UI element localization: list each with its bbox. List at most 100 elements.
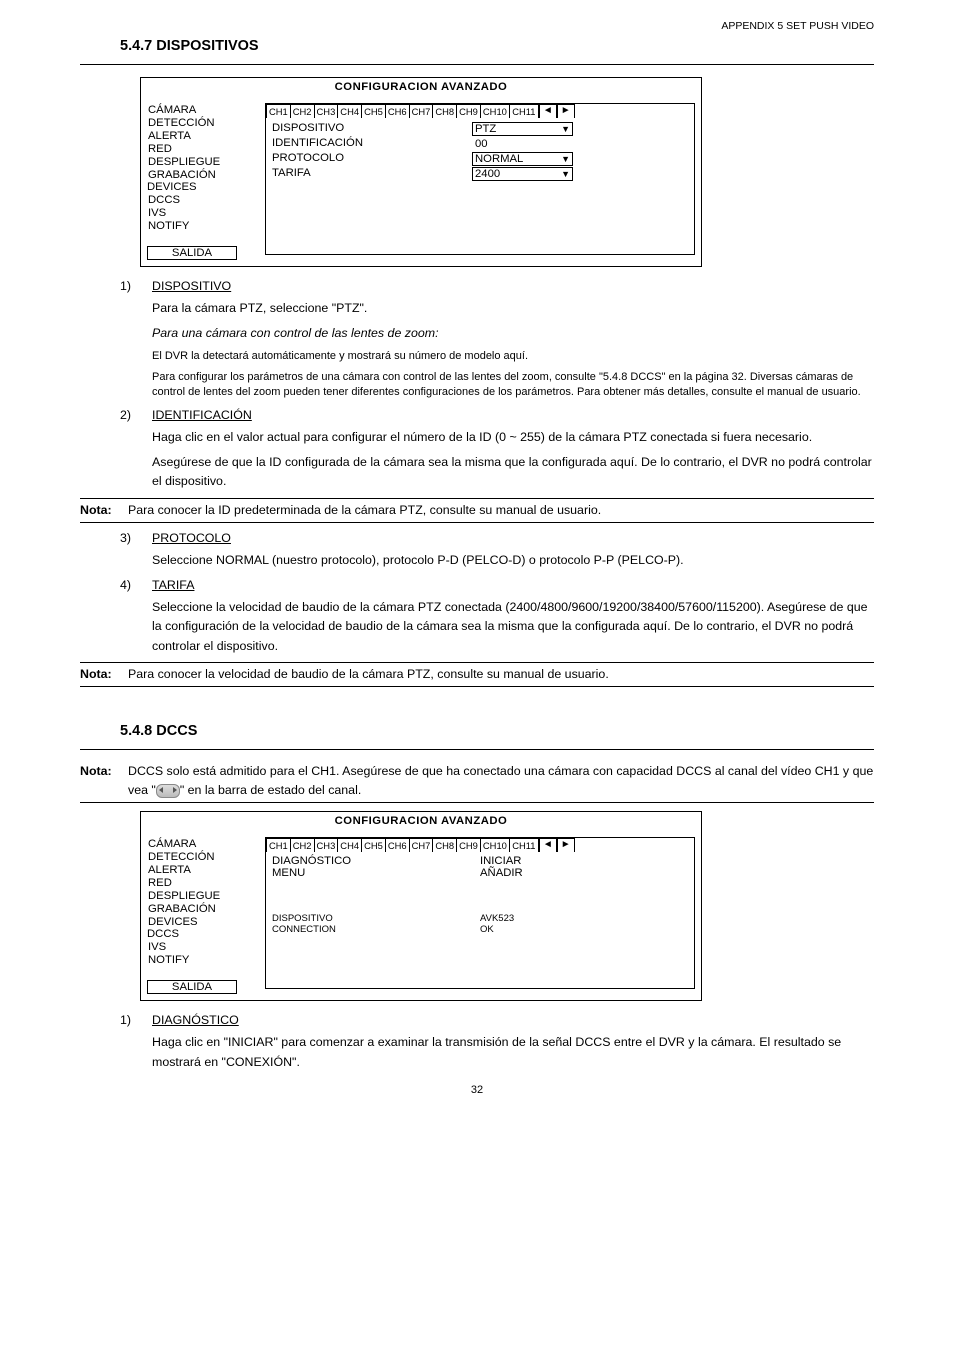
nota-label-2: Nota: — [80, 665, 128, 684]
tab-ch11[interactable]: CH11 — [509, 104, 539, 118]
tab2-ch1[interactable]: CH1 — [266, 838, 291, 852]
dropdown-arrow-icon: ▼ — [561, 154, 570, 164]
nota-text-3: DCCS solo está admitido para el CH1. Ase… — [128, 762, 874, 800]
dccs-anadir-value[interactable]: AÑADIR — [480, 867, 688, 879]
nota-label-1: Nota: — [80, 501, 128, 520]
section-rule — [80, 64, 874, 65]
nav2-grabacion[interactable]: GRABACIÓN — [147, 902, 265, 915]
para-1-1: Para la cámara PTZ, seleccione "PTZ". — [152, 299, 874, 318]
list-num-4: 4) — [120, 578, 152, 592]
para-3-1: Seleccione NORMAL (nuestro protocolo), p… — [152, 551, 874, 570]
tab-ch8[interactable]: CH8 — [432, 104, 457, 118]
nav-camara[interactable]: CÁMARA — [147, 103, 265, 116]
nav-deteccion[interactable]: DETECCIÓN — [147, 116, 265, 129]
appendix-header: APPENDIX 5 SET PUSH VIDEO — [80, 20, 874, 32]
salida-button[interactable]: SALIDA — [147, 246, 237, 260]
nav2-camara[interactable]: CÁMARA — [147, 837, 265, 850]
nota-text-1: Para conocer la ID predeterminada de la … — [128, 501, 874, 520]
nav2-deteccion[interactable]: DETECCIÓN — [147, 850, 265, 863]
nav2-notify[interactable]: NOTIFY — [147, 953, 265, 966]
nota-text-2: Para conocer la velocidad de baudio de l… — [128, 665, 874, 684]
config-box-dccs: CONFIGURACION AVANZADO CÁMARA DETECCIÓN … — [140, 811, 702, 1001]
dropdown-arrow-icon: ▼ — [561, 169, 570, 179]
tab-ch7[interactable]: CH7 — [409, 104, 434, 118]
nav-ivs[interactable]: IVS — [147, 206, 265, 219]
tab-ch9[interactable]: CH9 — [456, 104, 481, 118]
list2-label-diagnostico: DIAGNÓSTICO — [152, 1013, 239, 1027]
dccs-connection-label: CONNECTION — [272, 924, 480, 935]
nav-notify[interactable]: NOTIFY — [147, 219, 265, 232]
tab-ch6[interactable]: CH6 — [385, 104, 410, 118]
tab-ch10[interactable]: CH10 — [480, 104, 510, 118]
dccs-avk523-value: AVK523 — [480, 913, 688, 924]
para-2-2: Asegúrese de que la ID configurada de la… — [152, 453, 874, 491]
row-identificacion-label: IDENTIFICACIÓN — [272, 137, 472, 151]
nav2-devices[interactable]: DEVICES — [147, 915, 265, 928]
tab-ch2[interactable]: CH2 — [290, 104, 315, 118]
nota-rule — [80, 662, 874, 663]
page-number: 32 — [80, 1084, 874, 1096]
para2-1-1: Haga clic en "INICIAR" para comenzar a e… — [152, 1033, 874, 1071]
config-nav-left: CÁMARA DETECCIÓN ALERTA RED DESPLIEGUE G… — [147, 103, 265, 260]
nav-dccs[interactable]: DCCS — [147, 193, 265, 206]
nav2-ivs[interactable]: IVS — [147, 940, 265, 953]
tab2-ch2[interactable]: CH2 — [290, 838, 315, 852]
tab-ch4[interactable]: CH4 — [337, 104, 362, 118]
tab2-next[interactable]: ► — [557, 838, 575, 852]
row-identificacion-value[interactable]: 00 — [472, 137, 573, 151]
dccs-menu-label: MENU — [272, 867, 480, 879]
nav-despliegue[interactable]: DESPLIEGUE — [147, 155, 265, 168]
section-rule — [80, 749, 874, 750]
row-dispositivo-label: DISPOSITIVO — [272, 122, 472, 136]
row-tarifa-value[interactable]: 2400▼ — [472, 167, 573, 181]
nav2-dccs-selected[interactable]: DCCS — [147, 928, 179, 940]
section-title-547: 5.4.7 DISPOSITIVOS — [120, 38, 874, 54]
tab-prev[interactable]: ◄ — [539, 104, 557, 118]
row-protocolo-value[interactable]: NORMAL▼ — [472, 152, 573, 166]
nav-grabacion[interactable]: GRABACIÓN — [147, 168, 265, 181]
nota-rule — [80, 686, 874, 687]
tab2-ch4[interactable]: CH4 — [337, 838, 362, 852]
nota-rule — [80, 802, 874, 803]
nav-devices-selected[interactable]: DEVICES — [147, 181, 197, 193]
dropdown-arrow-icon: ▼ — [561, 124, 570, 134]
nota-label-3: Nota: — [80, 762, 128, 800]
nav-red[interactable]: RED — [147, 142, 265, 155]
list-num-3: 3) — [120, 531, 152, 545]
tab-ch1[interactable]: CH1 — [266, 104, 291, 118]
tab2-prev[interactable]: ◄ — [539, 838, 557, 852]
list-num-2: 2) — [120, 408, 152, 422]
tab2-ch10[interactable]: CH10 — [480, 838, 510, 852]
row-protocolo-label: PROTOCOLO — [272, 152, 472, 166]
nota-rule — [80, 522, 874, 523]
tab2-ch5[interactable]: CH5 — [361, 838, 386, 852]
config-box-devices: CONFIGURACION AVANZADO CÁMARA DETECCIÓN … — [140, 77, 702, 267]
nav2-red[interactable]: RED — [147, 876, 265, 889]
list-label-identificacion: IDENTIFICACIÓN — [152, 408, 252, 422]
salida-button-2[interactable]: SALIDA — [147, 980, 237, 994]
nota-rule — [80, 498, 874, 499]
dccs-status-icon — [156, 784, 180, 798]
tab2-ch8[interactable]: CH8 — [432, 838, 457, 852]
tab2-ch11[interactable]: CH11 — [509, 838, 539, 852]
row-dispositivo-value[interactable]: PTZ▼ — [472, 122, 573, 136]
channel-tabs-2: CH1 CH2 CH3 CH4 CH5 CH6 CH7 CH8 CH9 CH10… — [266, 838, 694, 852]
list-label-protocolo: PROTOCOLO — [152, 531, 231, 545]
channel-tabs: CH1 CH2 CH3 CH4 CH5 CH6 CH7 CH8 CH9 CH10… — [266, 104, 694, 118]
list-num-1: 1) — [120, 279, 152, 293]
row-tarifa-label: TARIFA — [272, 167, 472, 181]
nav2-alerta[interactable]: ALERTA — [147, 863, 265, 876]
tab-next[interactable]: ► — [557, 104, 575, 118]
para-2-1: Haga clic en el valor actual para config… — [152, 428, 874, 447]
dccs-ok-value: OK — [480, 924, 688, 935]
nav-alerta[interactable]: ALERTA — [147, 129, 265, 142]
tab2-ch3[interactable]: CH3 — [314, 838, 339, 852]
config-title: CONFIGURACION AVANZADO — [141, 78, 701, 103]
tab2-ch6[interactable]: CH6 — [385, 838, 410, 852]
tab2-ch9[interactable]: CH9 — [456, 838, 481, 852]
tab2-ch7[interactable]: CH7 — [409, 838, 434, 852]
tab-ch5[interactable]: CH5 — [361, 104, 386, 118]
tab-ch3[interactable]: CH3 — [314, 104, 339, 118]
nav2-despliegue[interactable]: DESPLIEGUE — [147, 889, 265, 902]
dccs-iniciar-value[interactable]: INICIAR — [480, 855, 688, 867]
